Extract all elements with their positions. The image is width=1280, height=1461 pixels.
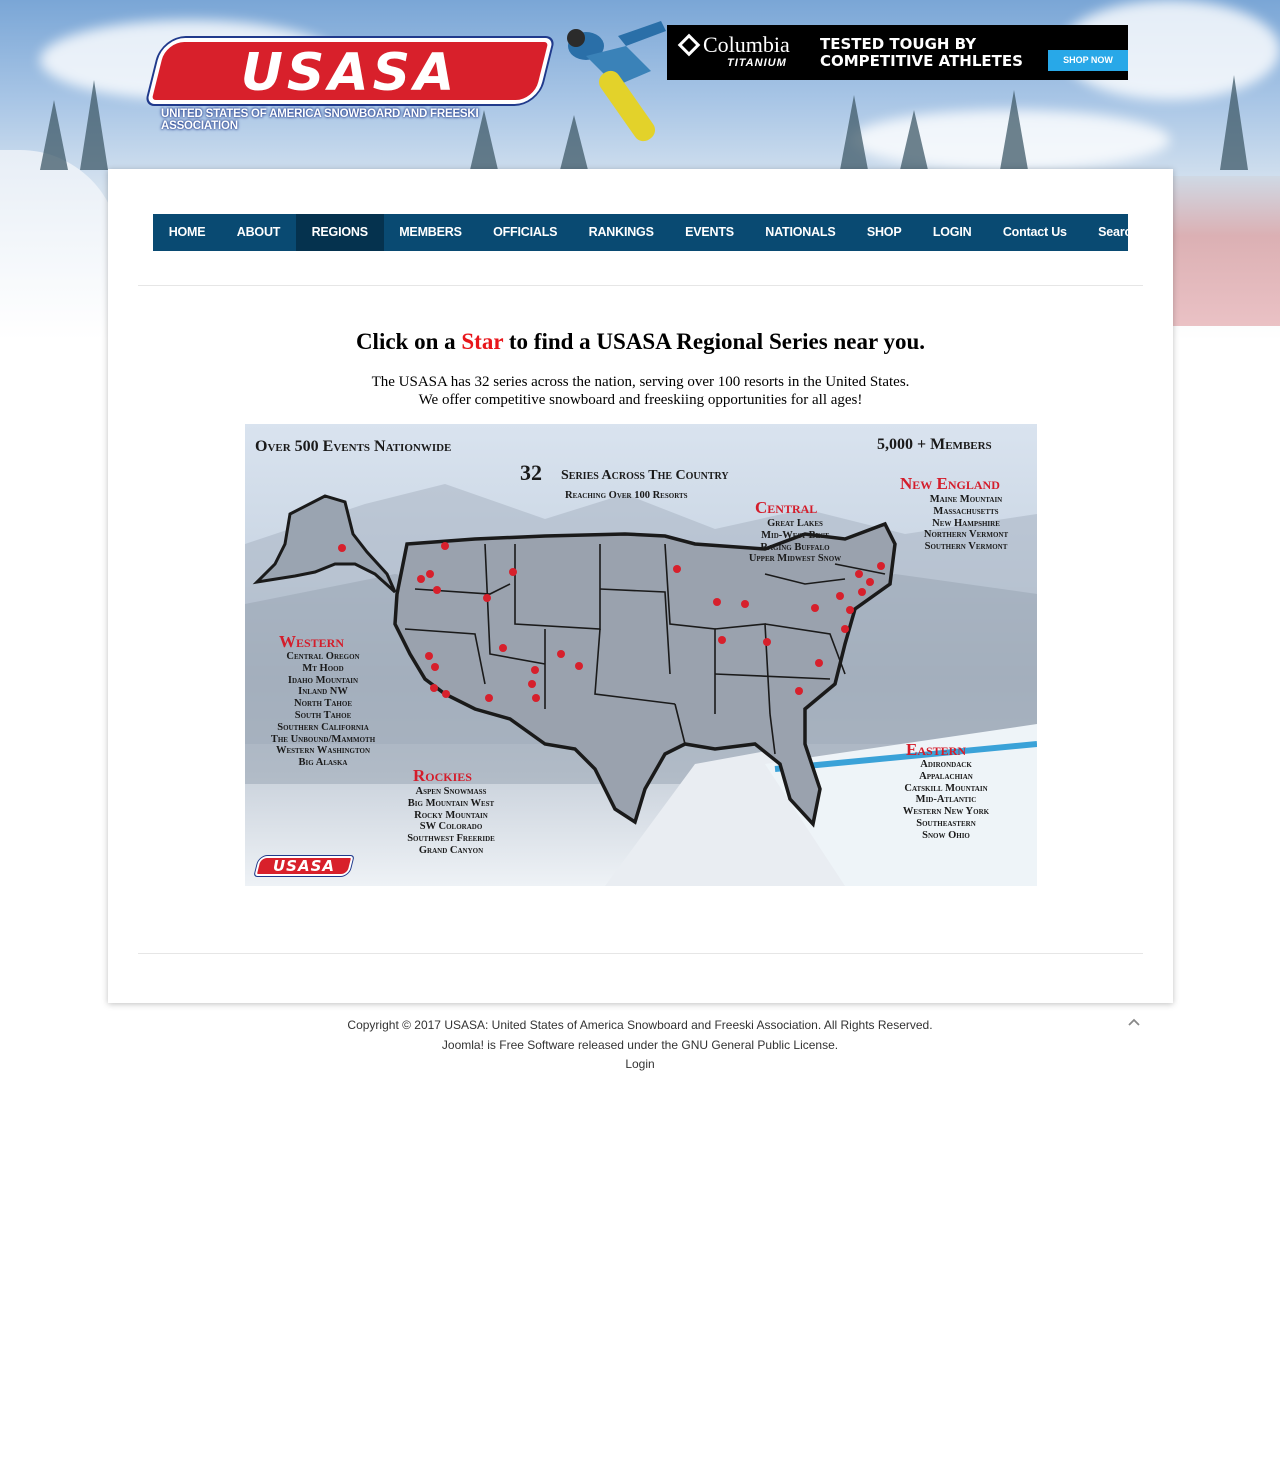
page-intro: The USASA has 32 series across the natio… [108, 373, 1173, 409]
intro-line-1: The USASA has 32 series across the natio… [371, 374, 910, 390]
tree [80, 80, 108, 170]
nav-item-members[interactable]: MEMBERS [384, 214, 478, 251]
ad-brand: Columbia [703, 32, 790, 57]
nav-item-nationals[interactable]: NATIONALS [750, 214, 852, 251]
nav-item-regions[interactable]: REGIONS [295, 214, 384, 251]
tree [900, 110, 928, 170]
footer-login-link[interactable]: Login [625, 1057, 654, 1071]
ad-brand-sub: TITANIUM [727, 57, 787, 69]
tree [1000, 90, 1028, 170]
ad-tagline: TESTED TOUGH BY COMPETITIVE ATHLETES [820, 35, 1023, 70]
divider [138, 285, 1143, 286]
footer: Copyright © 2017 USASA: United States of… [0, 1016, 1280, 1075]
nav-item-login[interactable]: LOGIN [917, 214, 987, 251]
map-region-central-list: Great Lakes Mid-West Best Raging Buffalo… [748, 518, 842, 565]
divider [138, 953, 1143, 954]
nav-item-officials[interactable]: OFFICIALS [477, 214, 573, 251]
map-region-western-list: Central Oregon Mt Hood Idaho Mountain In… [270, 651, 376, 769]
page-headline: Click on a Star to find a USASA Regional… [108, 329, 1173, 355]
map-usasa-mini-logo: USASA [253, 856, 354, 882]
nav-item-events[interactable]: EVENTS [669, 214, 749, 251]
columbia-ad-banner[interactable]: Columbia TITANIUM TESTED TOUGH BY COMPET… [667, 25, 1128, 80]
map-series-label: Series Across The Country [561, 468, 729, 483]
nav-item-search[interactable]: Search [1082, 214, 1154, 251]
footer-copyright: Copyright © 2017 USASA: United States of… [347, 1018, 933, 1032]
map-region-central-title: Central [755, 498, 818, 517]
headline-post: to find a USASA Regional Series near you… [503, 329, 926, 354]
footer-joomla: Joomla! is Free Software released under … [0, 1036, 1280, 1056]
logo-word-text: USASA [240, 43, 459, 103]
tree [840, 95, 868, 170]
map-region-eastern-title: Eastern [906, 740, 967, 759]
back-to-top-chevron-up-icon[interactable] [1127, 1015, 1141, 1029]
map-region-rockies-title: Rockies [413, 766, 472, 785]
footer-gpl-link[interactable]: GNU General Public License. [681, 1038, 838, 1052]
map-region-western-title: Western [279, 632, 345, 651]
map-series-sub: Reaching Over 100 Resorts [565, 490, 688, 501]
snowboarder-graphic [567, 21, 666, 142]
map-region-eastern-list: Adirondack Appalachian Catskill Mountain… [902, 759, 990, 841]
tree [40, 100, 68, 170]
map-series-number: 32 [520, 460, 542, 485]
main-nav: HOME ABOUT REGIONS MEMBERS OFFICIALS RAN… [153, 214, 1139, 251]
map-region-new-england-title: New England [900, 474, 1000, 493]
event-banner-graphic [1172, 176, 1280, 326]
content-container: HOME ABOUT REGIONS MEMBERS OFFICIALS RAN… [108, 169, 1173, 1003]
headline-pre: Click on a [355, 329, 462, 354]
ad-shop-now-button[interactable]: SHOP NOW [1048, 50, 1128, 71]
halfpipe-graphic [0, 150, 120, 340]
map-members-label: 5,000 + Members [877, 436, 992, 453]
nav-item-shop[interactable]: SHOP [851, 214, 917, 251]
nav-item-about[interactable]: ABOUT [221, 214, 296, 251]
logo-tagline: UNITED STATES OF AMERICA SNOWBOARD AND F… [161, 108, 479, 132]
intro-line-2: We offer competitive snowboard and frees… [418, 392, 863, 408]
map-region-rockies-list: Aspen Snowmass Big Mountain West Rocky M… [407, 786, 495, 856]
usasa-logo[interactable]: USASA UNITED STATES OF AMERICA SNOWBOARD… [146, 38, 554, 132]
headline-star-word: Star [461, 329, 504, 354]
map-events-label: Over 500 Events Nationwide [255, 438, 452, 455]
logo-wordmark: USASA [146, 38, 554, 104]
nav-item-home[interactable]: HOME [153, 214, 221, 251]
tree [1220, 75, 1248, 170]
columbia-diamond-icon [677, 33, 701, 57]
nav-item-contact-us[interactable]: Contact Us [987, 214, 1082, 251]
regions-map[interactable]: Over 500 Events Nationwide 5,000 + Membe… [245, 424, 1037, 886]
map-region-new-england-list: Maine Mountain Massachusetts New Hampshi… [923, 494, 1009, 553]
map-mini-logo-text: USASA [272, 857, 335, 875]
nav-item-rankings[interactable]: RANKINGS [573, 214, 669, 251]
footer-joomla-text: Joomla! is Free Software released under … [441, 1037, 682, 1052]
